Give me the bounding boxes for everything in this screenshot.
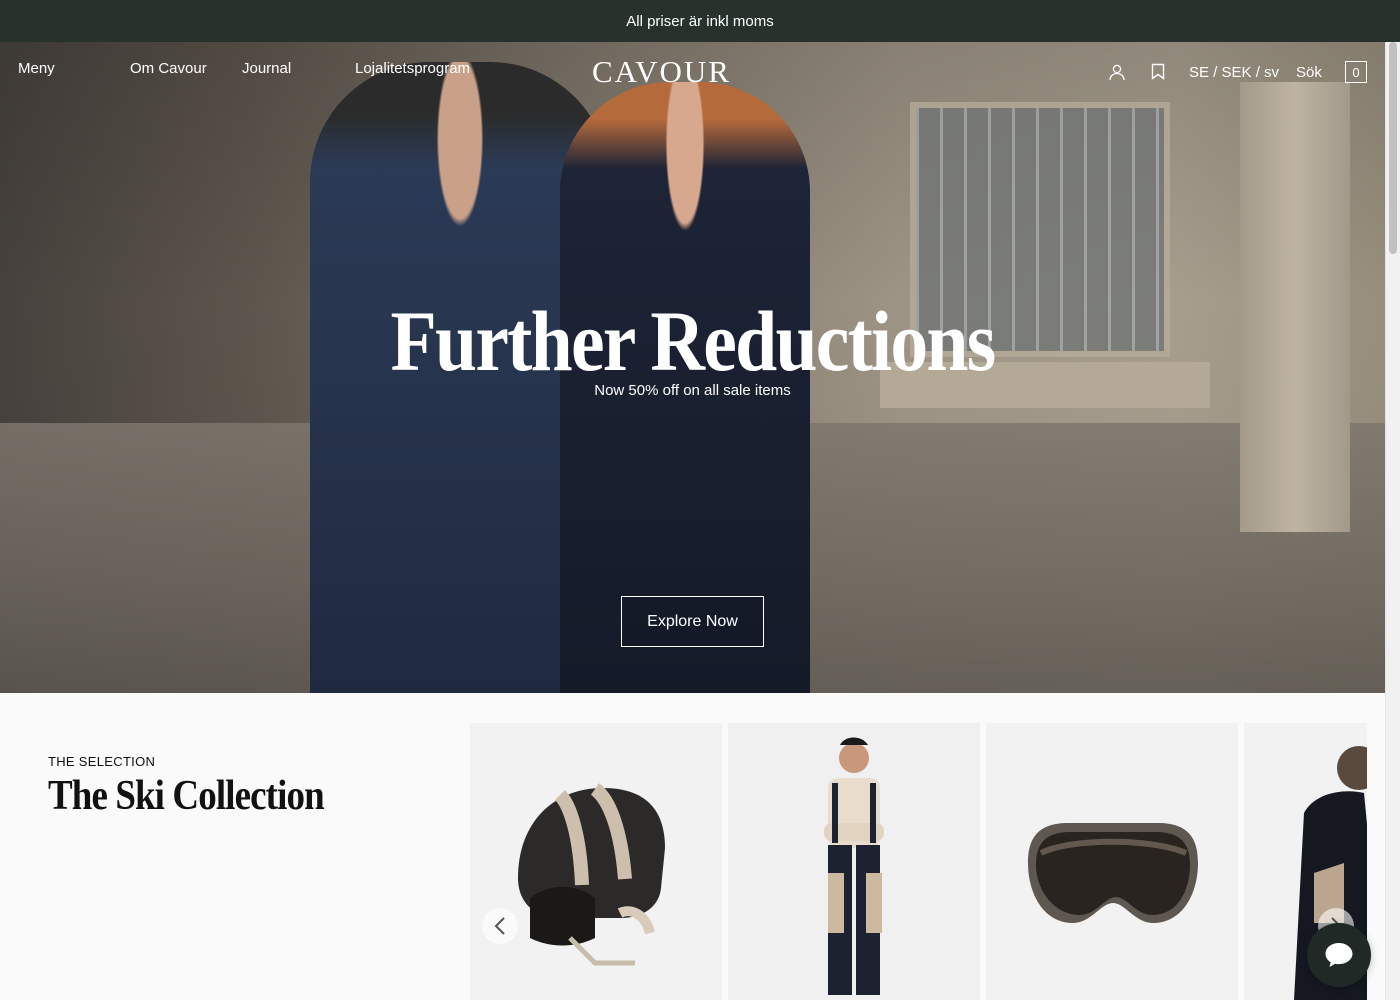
site-logo[interactable]: CAVOUR <box>592 54 731 90</box>
cart-button[interactable]: 0 <box>1345 61 1367 83</box>
product-card-ski-goggles[interactable] <box>986 723 1238 1000</box>
product-card-ski-helmet[interactable] <box>470 723 722 1000</box>
announcement-text: All priser är inkl moms <box>626 12 774 30</box>
product-carousel <box>470 723 1367 1000</box>
selection-eyebrow: THE SELECTION <box>48 754 156 769</box>
announcement-bar: All priser är inkl moms <box>0 0 1400 42</box>
chat-bubble-icon <box>1325 943 1353 967</box>
nav-menu[interactable]: Meny <box>18 60 55 77</box>
ski-pants-model-image <box>824 737 884 995</box>
hero-title: Further Reductions <box>390 293 997 389</box>
page-scrollbar[interactable] <box>1385 42 1400 1000</box>
chat-widget-button[interactable] <box>1307 923 1371 987</box>
wishlist-bookmark-icon[interactable] <box>1151 63 1165 80</box>
explore-now-button[interactable]: Explore Now <box>621 596 764 647</box>
nav-about[interactable]: Om Cavour <box>130 60 207 77</box>
carousel-prev-button[interactable] <box>482 908 518 944</box>
selection-title: The Ski Collection <box>48 773 325 819</box>
nav-journal[interactable]: Journal <box>242 60 291 77</box>
product-card-ski-pants[interactable] <box>728 723 980 1000</box>
hero-subtitle: Now 50% off on all sale items <box>594 382 791 399</box>
locale-selector[interactable]: SE / SEK / sv <box>1189 64 1279 81</box>
search-link[interactable]: Sök <box>1296 64 1322 81</box>
cart-count: 0 <box>1352 64 1360 80</box>
chevron-left-icon <box>494 917 505 935</box>
scrollbar-thumb[interactable] <box>1389 42 1397 254</box>
nav-loyalty[interactable]: Lojalitetsprogram <box>355 60 470 77</box>
account-icon[interactable] <box>1108 63 1126 81</box>
ski-helmet-image <box>518 783 665 966</box>
ski-goggles-image <box>1028 823 1198 923</box>
